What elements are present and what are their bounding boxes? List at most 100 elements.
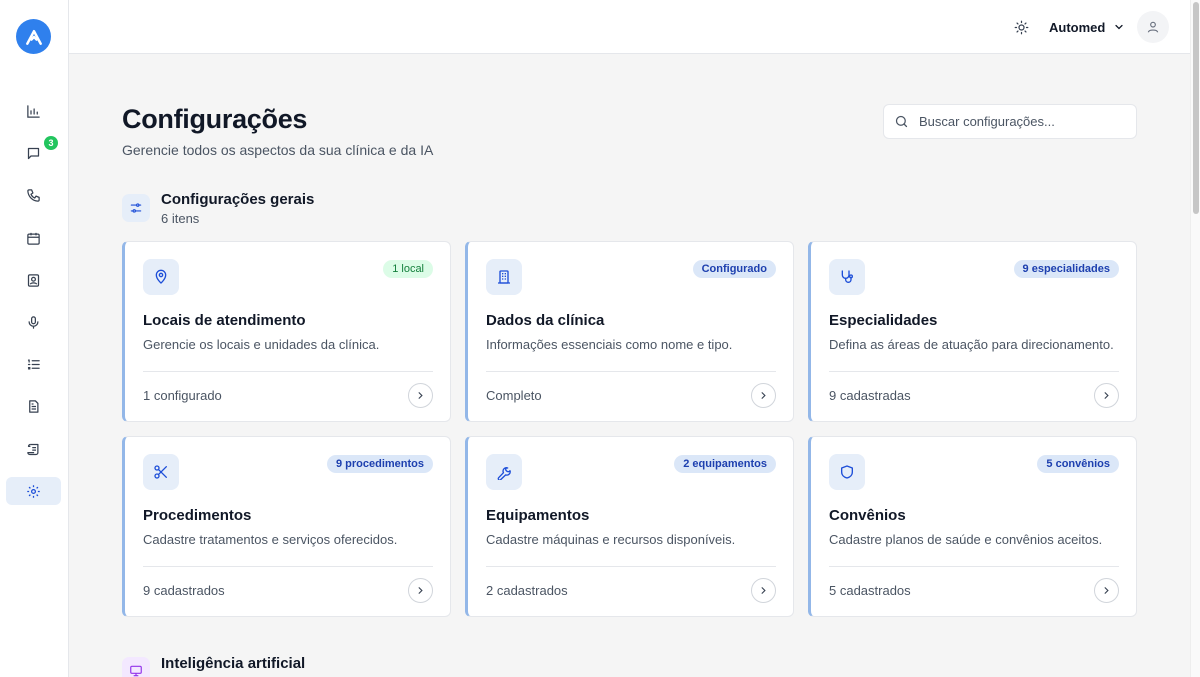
sidebar-item-records[interactable] <box>6 435 61 463</box>
card-status: 2 cadastrados <box>486 583 568 598</box>
open-card-button[interactable] <box>408 383 433 408</box>
card-equipment[interactable]: 2 equipamentos Equipamentos Cadastre máq… <box>465 436 794 617</box>
card-specialties[interactable]: 9 especialidades Especialidades Defina a… <box>808 241 1137 422</box>
organization-switcher[interactable]: Automed <box>1049 17 1125 37</box>
chevron-right-icon <box>1104 392 1109 399</box>
bar-chart-icon <box>27 104 40 118</box>
sidebar-item-queue[interactable] <box>6 350 61 378</box>
topbar: Automed <box>69 0 1190 54</box>
card-icon-wrap <box>143 454 179 490</box>
card-divider <box>486 566 776 567</box>
map-pin-icon <box>155 269 167 284</box>
contact-icon <box>27 273 40 287</box>
chevron-down-icon <box>1115 24 1123 30</box>
scrollbar-thumb[interactable] <box>1193 2 1199 214</box>
app-logo[interactable] <box>16 19 51 54</box>
card-description: Defina as áreas de atuação para direcion… <box>829 337 1114 352</box>
card-divider <box>829 566 1119 567</box>
message-icon <box>27 147 40 159</box>
status-badge: 5 convênios <box>1037 455 1119 473</box>
open-card-button[interactable] <box>751 383 776 408</box>
search-icon <box>895 115 908 128</box>
card-title: Especialidades <box>829 312 938 329</box>
sidebar-item-calendar[interactable] <box>6 224 61 252</box>
sidebar-item-messages[interactable]: 3 <box>6 136 61 167</box>
open-card-button[interactable] <box>408 578 433 603</box>
chevron-right-icon <box>418 587 423 594</box>
chevron-right-icon <box>761 587 766 594</box>
card-icon-wrap <box>143 259 179 295</box>
status-badge: 9 especialidades <box>1013 260 1119 278</box>
stethoscope-icon <box>841 270 853 283</box>
card-description: Gerencie os locais e unidades da clínica… <box>143 337 380 352</box>
sidebar: 3 <box>0 0 69 677</box>
theme-toggle-button[interactable] <box>1010 16 1032 38</box>
card-title: Equipamentos <box>486 507 590 524</box>
sliders-icon <box>130 203 142 213</box>
card-description: Cadastre planos de saúde e convênios ace… <box>829 532 1103 547</box>
building-icon <box>498 270 510 284</box>
sidebar-item-contacts[interactable] <box>6 266 61 294</box>
card-title: Procedimentos <box>143 507 252 524</box>
chevron-right-icon <box>1104 587 1109 594</box>
card-divider <box>486 371 776 372</box>
microphone-icon <box>28 315 39 329</box>
monitor-icon <box>130 665 142 677</box>
phone-icon <box>27 188 40 202</box>
list-ordered-icon <box>27 359 40 369</box>
card-icon-wrap <box>486 454 522 490</box>
open-card-button[interactable] <box>751 578 776 603</box>
card-description: Informações essenciais como nome e tipo. <box>486 337 733 352</box>
sidebar-item-calls[interactable] <box>6 181 61 209</box>
card-status: 9 cadastrados <box>143 583 225 598</box>
file-text-icon <box>29 399 39 413</box>
card-divider <box>143 371 433 372</box>
user-avatar[interactable] <box>1137 11 1169 43</box>
section-ai-icon-wrap <box>122 657 150 677</box>
card-description: Cadastre máquinas e recursos disponíveis… <box>486 532 736 547</box>
status-badge: 1 local <box>383 260 433 278</box>
organization-name: Automed <box>1049 19 1106 35</box>
sidebar-item-documents[interactable] <box>6 392 61 420</box>
scroll-icon <box>27 443 39 455</box>
card-status: 5 cadastrados <box>829 583 911 598</box>
page-title: Configurações <box>122 104 308 134</box>
card-status: 9 cadastradas <box>829 388 911 403</box>
page-scrollbar[interactable] <box>1190 0 1200 677</box>
card-insurance[interactable]: 5 convênios Convênios Cadastre planos de… <box>808 436 1137 617</box>
user-icon <box>1147 21 1159 33</box>
messages-count-badge: 3 <box>44 136 58 150</box>
section-general-title: Configurações gerais <box>161 191 315 208</box>
logo-a-icon <box>25 29 42 45</box>
open-card-button[interactable] <box>1094 578 1119 603</box>
card-title: Dados da clínica <box>486 312 605 329</box>
sidebar-item-dashboard[interactable] <box>6 97 61 125</box>
calendar-icon <box>27 232 40 245</box>
card-divider <box>829 371 1119 372</box>
open-card-button[interactable] <box>1094 383 1119 408</box>
card-locations[interactable]: 1 local Locais de atendimento Gerencie o… <box>122 241 451 422</box>
status-badge: Configurado <box>692 260 776 278</box>
sun-icon <box>1014 20 1028 34</box>
search-input[interactable] <box>919 114 1119 129</box>
card-clinic-data[interactable]: Configurado Dados da clínica Informações… <box>465 241 794 422</box>
shield-icon <box>841 465 853 479</box>
chevron-right-icon <box>761 392 766 399</box>
card-status: 1 configurado <box>143 388 222 403</box>
card-description: Cadastre tratamentos e serviços oferecid… <box>143 532 398 547</box>
search-box[interactable] <box>883 104 1137 139</box>
sidebar-item-voice[interactable] <box>6 308 61 336</box>
status-badge: 2 equipamentos <box>674 455 776 473</box>
card-icon-wrap <box>486 259 522 295</box>
card-procedures[interactable]: 9 procedimentos Procedimentos Cadastre t… <box>122 436 451 617</box>
chevron-right-icon <box>418 392 423 399</box>
card-status: Completo <box>486 388 542 403</box>
scissors-icon <box>154 465 167 479</box>
card-icon-wrap <box>829 454 865 490</box>
status-badge: 9 procedimentos <box>326 455 433 473</box>
card-title: Locais de atendimento <box>143 312 306 329</box>
sidebar-item-settings[interactable] <box>6 477 61 505</box>
page-subtitle: Gerencie todos os aspectos da sua clínic… <box>122 142 434 158</box>
section-general-icon-wrap <box>122 194 150 222</box>
card-title: Convênios <box>829 507 906 524</box>
